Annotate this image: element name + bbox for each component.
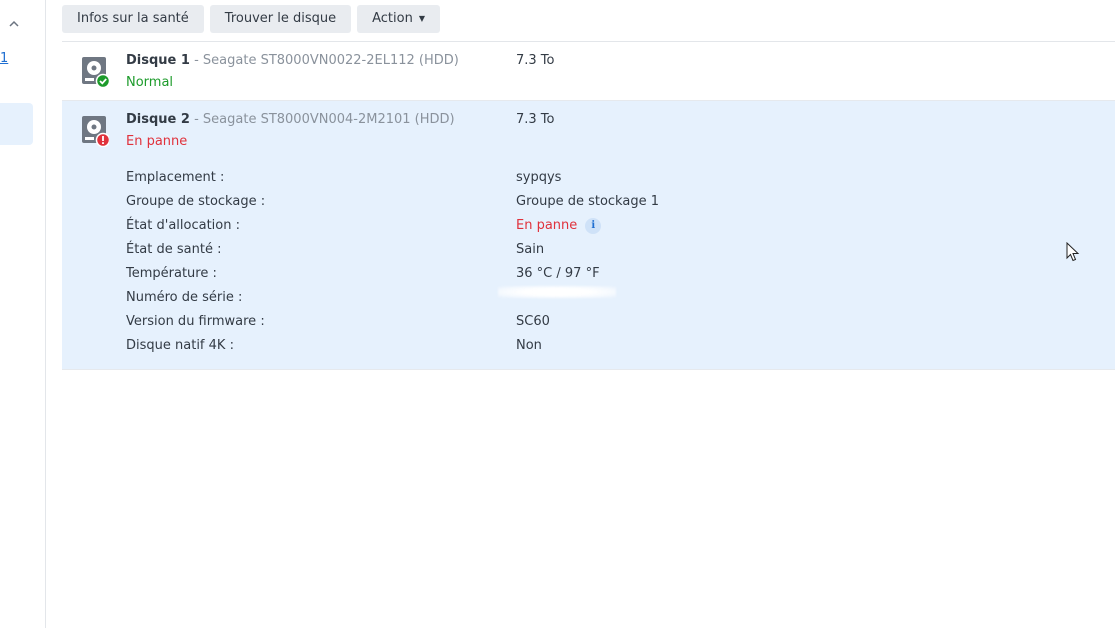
action-dropdown-button[interactable]: Action ▼ [357, 5, 440, 33]
disk-row-1[interactable]: Disque 1 - Seagate ST8000VN0022-2EL112 (… [62, 42, 1115, 101]
detail-row-temperature: Température : 36 °C / 97 °F [62, 262, 1115, 286]
exclamation-badge-icon [95, 132, 109, 147]
info-icon[interactable]: i [585, 218, 602, 234]
mouse-cursor-icon [1066, 242, 1080, 262]
chevron-up-icon[interactable] [6, 16, 22, 32]
sidebar-item-active[interactable] [0, 103, 33, 145]
disk-list: Disque 1 - Seagate ST8000VN0022-2EL112 (… [62, 42, 1115, 370]
detail-key: Groupe de stockage : [126, 194, 266, 209]
detail-value: sypqys [516, 170, 562, 185]
locate-disk-button[interactable]: Trouver le disque [209, 5, 352, 33]
detail-row-pool: Groupe de stockage : Groupe de stockage … [62, 190, 1115, 214]
toolbar: Infos sur la santé Trouver le disque Act… [62, 5, 440, 33]
detail-key: Emplacement : [126, 170, 225, 185]
detail-row-allocation: État d'allocation : En panne i [62, 214, 1115, 238]
detail-value-container: En panne i [516, 214, 602, 238]
title-separator: - [189, 53, 203, 68]
detail-value: SC60 [516, 314, 550, 329]
detail-key: État de santé : [126, 242, 222, 257]
detail-key: Température : [126, 266, 217, 281]
redacted-serial [498, 286, 616, 298]
detail-value: 36 °C / 97 °F [516, 266, 600, 281]
sidebar: 1 [0, 0, 46, 628]
disk-model: Seagate ST8000VN004-2M2101 (HDD) [202, 112, 455, 127]
disk-name: Disque 2 [126, 112, 190, 127]
sidebar-link-fragment[interactable]: 1 [0, 51, 8, 67]
health-info-button[interactable]: Infos sur la santé [62, 5, 204, 33]
detail-row-native4k: Disque natif 4K : Non [62, 334, 1115, 358]
detail-row-firmware: Version du firmware : SC60 [62, 310, 1115, 334]
caret-down-icon: ▼ [418, 14, 425, 23]
health-status: Sain [516, 242, 545, 257]
detail-value: Non [516, 338, 542, 353]
disk-status: Normal [126, 75, 174, 90]
action-label: Action [372, 11, 413, 26]
detail-row-health: État de santé : Sain [62, 238, 1115, 262]
allocation-status: En panne [516, 218, 578, 233]
disk-title: Disque 2 - Seagate ST8000VN004-2M2101 (H… [126, 112, 455, 128]
disk-row-2[interactable]: Disque 2 - Seagate ST8000VN004-2M2101 (H… [62, 101, 1115, 370]
disk-title: Disque 1 - Seagate ST8000VN0022-2EL112 (… [126, 53, 459, 69]
detail-row-location: Emplacement : sypqys [62, 166, 1115, 190]
check-badge-icon [95, 73, 109, 88]
detail-key: Numéro de série : [126, 290, 243, 305]
detail-row-serial: Numéro de série : [62, 286, 1115, 310]
detail-value: Groupe de stockage 1 [516, 194, 659, 209]
detail-value-container [498, 286, 616, 298]
disk-size: 7.3 To [516, 112, 555, 127]
hdd-icon [82, 116, 109, 147]
hdd-icon [82, 57, 109, 88]
detail-key: État d'allocation : [126, 218, 241, 233]
disk-size: 7.3 To [516, 53, 555, 68]
disk-name: Disque 1 [126, 53, 190, 68]
detail-key: Disque natif 4K : [126, 338, 234, 353]
disk-status: En panne [126, 134, 188, 149]
detail-key: Version du firmware : [126, 314, 265, 329]
disk-details: Emplacement : sypqys Groupe de stockage … [62, 159, 1115, 369]
disk-model: Seagate ST8000VN0022-2EL112 (HDD) [202, 53, 459, 68]
title-separator: - [189, 112, 203, 127]
